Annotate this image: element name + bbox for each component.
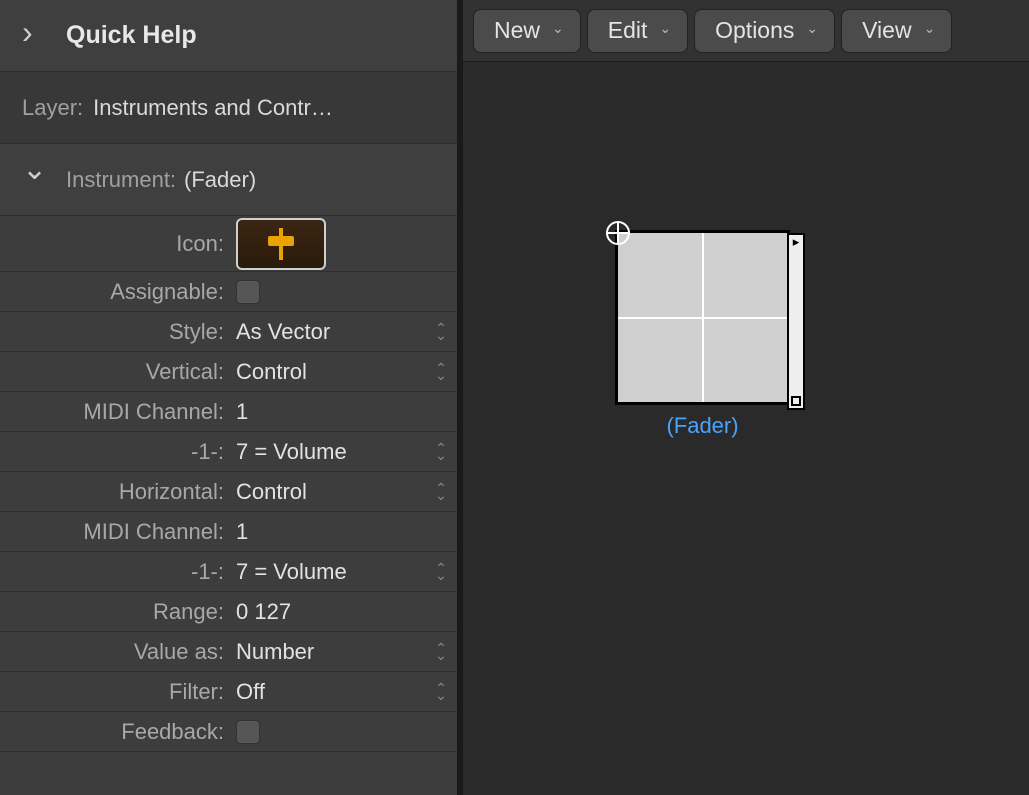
chevron-down-icon xyxy=(22,167,50,193)
stepper-icon[interactable]: ⌃⌄ xyxy=(425,685,457,699)
options-label: Options xyxy=(715,17,794,44)
feedback-checkbox[interactable] xyxy=(236,720,260,744)
prop-filter-row[interactable]: Filter: Off ⌃⌄ xyxy=(0,672,457,712)
selection-origin-handle[interactable] xyxy=(606,221,630,245)
prop-range-value: 0 127 xyxy=(230,599,425,625)
prop-midi-h-value: 1 xyxy=(230,519,425,545)
prop-style-row[interactable]: Style: As Vector ⌃⌄ xyxy=(0,312,457,352)
vector-fader-pad[interactable]: ▸ xyxy=(615,230,790,405)
assignable-checkbox[interactable] xyxy=(236,280,260,304)
prop-cc-v-row[interactable]: -1-: 7 = Volume ⌃⌄ xyxy=(0,432,457,472)
prop-midi-v-label: MIDI Channel: xyxy=(0,399,230,425)
icon-picker[interactable] xyxy=(236,218,326,270)
stepper-icon[interactable]: ⌃⌄ xyxy=(425,645,457,659)
prop-style-label: Style: xyxy=(0,319,230,345)
instrument-header[interactable]: Instrument: (Fader) xyxy=(0,144,457,216)
chevron-down-icon: ⌄ xyxy=(806,20,818,37)
environment-canvas[interactable]: ▸ (Fader) xyxy=(463,62,1029,795)
prop-cc-h-label: -1-: xyxy=(0,559,230,585)
prop-midi-h-row[interactable]: MIDI Channel: 1 xyxy=(0,512,457,552)
prop-range-label: Range: xyxy=(0,599,230,625)
prop-midi-h-label: MIDI Channel: xyxy=(0,519,230,545)
prop-cc-v-value: 7 = Volume xyxy=(230,439,425,465)
prop-style-value: As Vector xyxy=(230,319,425,345)
edit-label: Edit xyxy=(608,17,648,44)
prop-vertical-value: Control xyxy=(230,359,425,385)
toolbar: New ⌄ Edit ⌄ Options ⌄ View ⌄ xyxy=(463,0,1029,62)
prop-cc-v-label: -1-: xyxy=(0,439,230,465)
prop-valueas-row[interactable]: Value as: Number ⌃⌄ xyxy=(0,632,457,672)
quick-help-title: Quick Help xyxy=(66,21,197,50)
prop-filter-label: Filter: xyxy=(0,679,230,705)
prop-range-row[interactable]: Range: 0 127 xyxy=(0,592,457,632)
triangle-right-icon: ▸ xyxy=(789,235,803,249)
fader-scroll-track[interactable]: ▸ xyxy=(787,233,805,410)
prop-assignable-label: Assignable: xyxy=(0,279,230,305)
instrument-label: Instrument: xyxy=(66,167,176,193)
stepper-icon[interactable]: ⌃⌄ xyxy=(425,485,457,499)
workspace: New ⌄ Edit ⌄ Options ⌄ View ⌄ ▸ xyxy=(463,0,1029,795)
edit-menu[interactable]: Edit ⌄ xyxy=(587,9,688,53)
view-menu[interactable]: View ⌄ xyxy=(841,9,952,53)
instrument-value: (Fader) xyxy=(184,167,256,193)
prop-horizontal-row[interactable]: Horizontal: Control ⌃⌄ xyxy=(0,472,457,512)
new-menu[interactable]: New ⌄ xyxy=(473,9,581,53)
stepper-icon[interactable]: ⌃⌄ xyxy=(425,325,457,339)
stepper-icon[interactable]: ⌃⌄ xyxy=(425,365,457,379)
prop-midi-v-value: 1 xyxy=(230,399,425,425)
view-label: View xyxy=(862,17,911,44)
prop-horizontal-label: Horizontal: xyxy=(0,479,230,505)
new-label: New xyxy=(494,17,540,44)
prop-filter-value: Off xyxy=(230,679,425,705)
prop-horizontal-value: Control xyxy=(230,479,425,505)
stepper-icon[interactable]: ⌃⌄ xyxy=(425,445,457,459)
fader-icon xyxy=(261,224,301,264)
fader-object-label: (Fader) xyxy=(615,413,790,439)
chevron-right-icon xyxy=(22,23,50,49)
prop-valueas-value: Number xyxy=(230,639,425,665)
layer-label: Layer: xyxy=(22,95,83,121)
fader-object[interactable]: ▸ (Fader) xyxy=(615,230,790,439)
prop-cc-h-row[interactable]: -1-: 7 = Volume ⌃⌄ xyxy=(0,552,457,592)
quick-help-header[interactable]: Quick Help xyxy=(0,0,457,72)
layer-value: Instruments and Contr… xyxy=(93,95,333,121)
inspector-panel: Quick Help Layer: Instruments and Contr…… xyxy=(0,0,463,795)
prop-icon-label: Icon: xyxy=(0,231,230,257)
prop-midi-v-row[interactable]: MIDI Channel: 1 xyxy=(0,392,457,432)
prop-feedback-label: Feedback: xyxy=(0,719,230,745)
layer-row[interactable]: Layer: Instruments and Contr… xyxy=(0,72,457,144)
chevron-down-icon: ⌄ xyxy=(552,20,564,37)
prop-valueas-label: Value as: xyxy=(0,639,230,665)
chevron-down-icon: ⌄ xyxy=(924,20,936,37)
prop-assignable-row: Assignable: xyxy=(0,272,457,312)
prop-vertical-row[interactable]: Vertical: Control ⌃⌄ xyxy=(0,352,457,392)
chevron-down-icon: ⌄ xyxy=(659,20,671,37)
prop-icon-row: Icon: xyxy=(0,216,457,272)
prop-cc-h-value: 7 = Volume xyxy=(230,559,425,585)
prop-vertical-label: Vertical: xyxy=(0,359,230,385)
stepper-icon[interactable]: ⌃⌄ xyxy=(425,565,457,579)
prop-feedback-row: Feedback: xyxy=(0,712,457,752)
options-menu[interactable]: Options ⌄ xyxy=(694,9,835,53)
resize-handle-icon[interactable] xyxy=(791,396,801,406)
